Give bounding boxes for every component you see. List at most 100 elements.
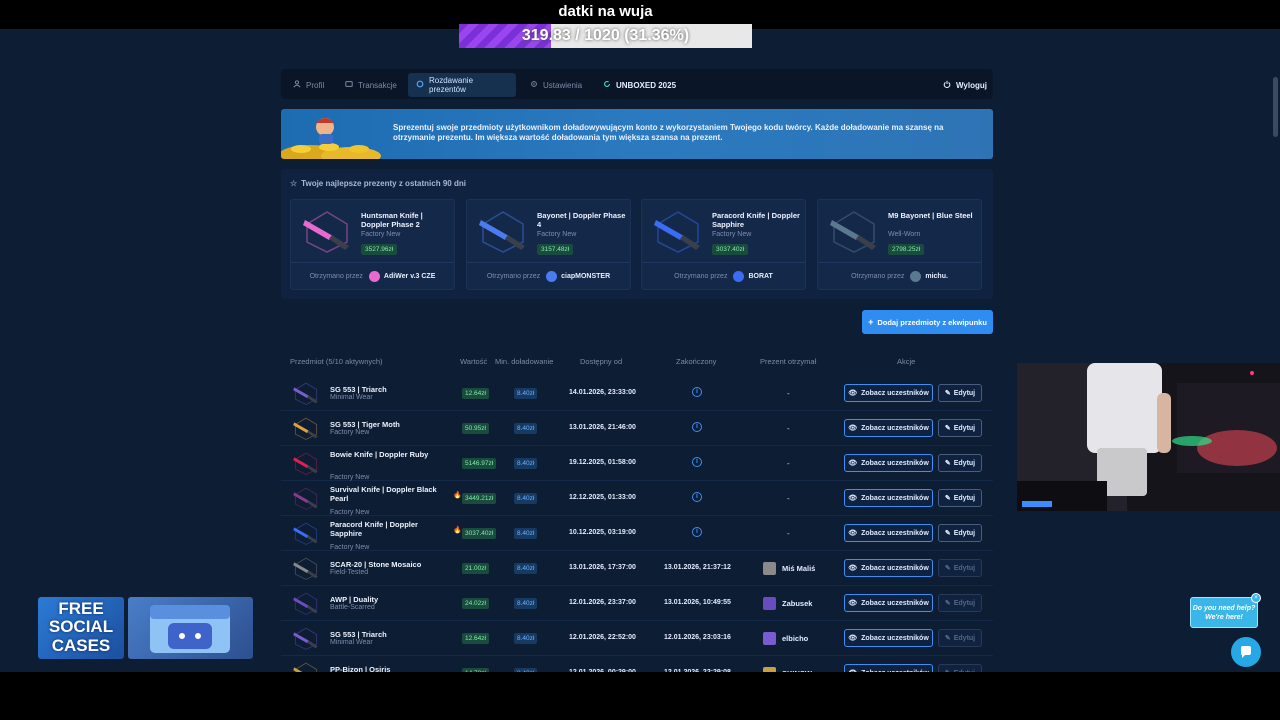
table-row: AWP | Duality Battle-Scarred 24.02zł 8.4… [281, 586, 993, 621]
gift-item-wear: Factory New [361, 231, 401, 238]
eye-icon: 👁 [848, 495, 858, 502]
available-from: 12.12.2025, 01:33:00 [569, 494, 636, 501]
gift-item-wear: Factory New [712, 231, 752, 238]
item-value: 3037.40zł [462, 528, 497, 539]
gift-receiver-name: ciapMONSTER [561, 272, 611, 280]
gift-receiver: - [787, 424, 790, 433]
edit-button[interactable]: ✎ Edytuj [938, 524, 982, 542]
tab-transactions[interactable]: Transakcje [337, 73, 405, 97]
eye-icon: 👁 [848, 635, 858, 642]
user-icon [293, 80, 301, 90]
item-value: 5146.97zł [462, 458, 497, 469]
avatar [763, 562, 776, 575]
info-icon[interactable]: i [692, 527, 702, 537]
refresh-icon [603, 80, 611, 90]
info-icon[interactable]: i [692, 387, 702, 397]
page-scrollbar[interactable] [1273, 77, 1278, 137]
edit-label: Edytuj [953, 564, 976, 572]
receipt-icon [345, 80, 353, 90]
view-participants-button[interactable]: 👁 Zobacz uczestników [844, 524, 933, 542]
edit-icon: ✎ [944, 600, 951, 607]
social-cases-ad: FREE SOCIAL CASES [38, 597, 253, 659]
info-icon[interactable]: i [692, 457, 702, 467]
add-items-button[interactable]: + Dodaj przedmioty z ekwipunku [862, 310, 993, 334]
gift-card[interactable]: M9 Bayonet | Blue Steel Well-Worn 2798.2… [817, 199, 982, 290]
header-value: Wartość [460, 357, 488, 366]
gift-receiver: SKINSWonsz [763, 667, 829, 672]
item-name: PP-Bizon | Osiris [330, 665, 391, 672]
view-participants-button[interactable]: 👁 Zobacz uczestników [844, 629, 933, 647]
close-icon[interactable]: × [1251, 593, 1261, 603]
edit-icon: ✎ [944, 425, 951, 432]
avatar [763, 597, 776, 610]
view-participants-button[interactable]: 👁 Zobacz uczestników [844, 419, 933, 437]
gift-received-by: Otrzymano przez BORAT [642, 262, 805, 289]
edit-button[interactable]: ✎ Edytuj [938, 664, 982, 672]
gift-received-by: Otrzymano przez ciapMONSTER [467, 262, 630, 289]
item-wear: Minimal Wear [330, 639, 373, 646]
edit-button[interactable]: ✎ Edytuj [938, 454, 982, 472]
gift-card[interactable]: Paracord Knife | Doppler Sapphire Factor… [641, 199, 806, 290]
view-participants-button[interactable]: 👁 Zobacz uczestników [844, 664, 933, 672]
table-header: Przedmiot (5/10 aktywnych) Wartość Min. … [281, 354, 993, 368]
item-wear: Factory New [330, 429, 370, 436]
item-wear: Battle-Scarred [330, 604, 375, 611]
edit-button[interactable]: ✎ Edytuj [938, 489, 982, 507]
header-finished: Zakończony [676, 357, 717, 366]
social-line1: FREE [58, 599, 104, 618]
edit-label: Edytuj [953, 599, 976, 607]
header-item: Przedmiot (5/10 aktywnych) [290, 357, 383, 366]
chat-icon [1241, 646, 1251, 658]
tab-unboxed[interactable]: UNBOXED 2025 [595, 73, 684, 97]
help-bubble[interactable]: Do you need help? We're here! × [1190, 593, 1261, 628]
table-row: SG 553 | Tiger Moth Factory New 50.95zł … [281, 411, 993, 446]
eye-icon: 👁 [848, 425, 858, 432]
item-value: 12.64zł [462, 388, 489, 399]
min-topup: 8.40zł [514, 563, 538, 574]
header-available-from: Dostępny od [580, 357, 623, 366]
min-topup: 8.40zł [514, 458, 538, 469]
gift-received-by: Otrzymano przez AdiWer v.3 CZE [291, 262, 454, 289]
min-topup: 8.40zł [514, 598, 538, 609]
item-name: Survival Knife | Doppler Black Pearl [330, 485, 437, 503]
view-participants-label: Zobacz uczestników [861, 494, 929, 502]
edit-icon: ✎ [944, 495, 951, 502]
tab-profile[interactable]: Profil [285, 73, 332, 97]
item-thumbnail [291, 416, 321, 440]
edit-icon: ✎ [944, 530, 951, 537]
gift-receiver-name: SKINSWonsz [782, 669, 829, 672]
edit-label: Edytuj [954, 670, 975, 673]
view-participants-label: Zobacz uczestników [861, 599, 929, 607]
tab-settings[interactable]: Ustawienia [522, 73, 590, 97]
edit-button[interactable]: ✎ Edytuj [938, 559, 982, 577]
view-participants-button[interactable]: 👁 Zobacz uczestników [844, 384, 933, 402]
donation-progress-bar: 319.83 / 1020 (31.36%) [459, 24, 752, 48]
item-wear: Factory New [330, 474, 370, 481]
view-participants-button[interactable]: 👁 Zobacz uczestników [844, 454, 933, 472]
edit-button[interactable]: ✎ Edytuj [938, 384, 982, 402]
view-participants-button[interactable]: 👁 Zobacz uczestników [844, 594, 933, 612]
tab-gift-giving[interactable]: Rozdawanie prezentów [408, 73, 516, 97]
fire-icon: 🔥 [453, 492, 462, 499]
gift-item-price: 3037.40zł [712, 244, 749, 255]
gift-item-image [475, 208, 531, 253]
edit-label: Edytuj [953, 494, 976, 502]
fire-icon: 🔥 [453, 527, 462, 534]
logout-button[interactable]: Wyloguj [935, 73, 995, 97]
edit-button[interactable]: ✎ Edytuj [938, 419, 982, 437]
view-participants-button[interactable]: 👁 Zobacz uczestników [844, 489, 933, 507]
edit-button[interactable]: ✎ Edytuj [938, 594, 982, 612]
view-participants-button[interactable]: 👁 Zobacz uczestników [844, 559, 933, 577]
gift-receiver-name: elbicho [782, 634, 809, 643]
chat-button[interactable] [1231, 637, 1261, 667]
edit-button[interactable]: ✎ Edytuj [938, 629, 982, 647]
item-thumbnail [291, 451, 321, 475]
gift-receiver-name: Miś Maliś [782, 564, 816, 573]
header-gift-received: Prezent otrzymał [760, 357, 817, 366]
table-row: SG 553 | Triarch Minimal Wear 12.64zł 8.… [281, 376, 993, 411]
gift-card[interactable]: Huntsman Knife | Doppler Phase 2 Factory… [290, 199, 455, 290]
gift-card[interactable]: Bayonet | Doppler Phase 4 Factory New 31… [466, 199, 631, 290]
info-icon[interactable]: i [692, 422, 702, 432]
info-icon[interactable]: i [692, 492, 702, 502]
gift-receiver-name: AdiWer v.3 CZE [383, 272, 436, 280]
